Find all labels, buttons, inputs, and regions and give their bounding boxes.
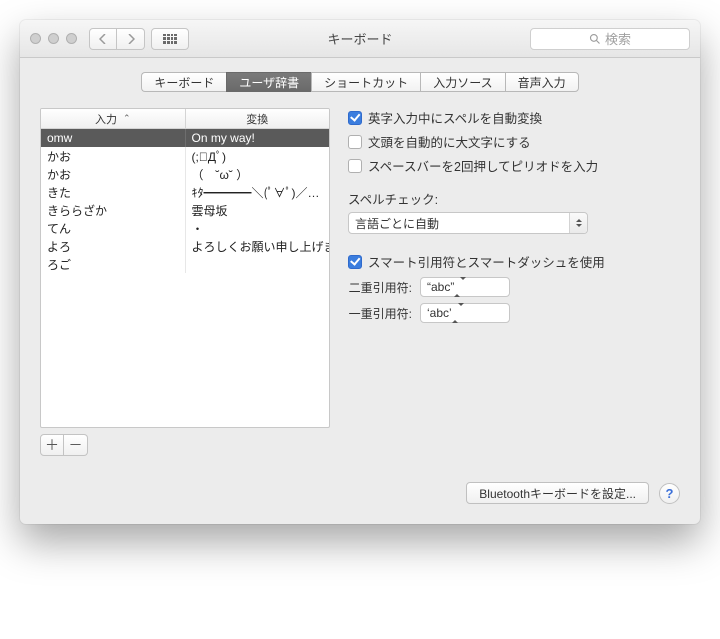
show-all-button[interactable] [151,28,189,50]
double-space-period-label: スペースバーを2回押してピリオドを入力 [368,156,598,175]
cell-input: きた [41,183,186,201]
cell-conversion: ｷﾀ━━━━＼(ﾟ∀ﾟ)／… [186,183,330,201]
cell-conversion: (;ﾟДﾟ) [186,147,330,165]
tab-bar: キーボードユーザ辞書ショートカット入力ソース音声入力 [40,72,680,92]
remove-button[interactable]: － [64,434,88,456]
tab-2[interactable]: ショートカット [311,72,420,92]
table-row[interactable]: きららざか雲母坂 [41,201,329,219]
cell-conversion: よろしくお願い申し上げま… [186,237,330,255]
zoom-icon[interactable] [66,33,77,44]
double-space-period-row[interactable]: スペースバーを2回押してピリオドを入力 [348,156,680,175]
cell-input: よろ [41,237,186,255]
cell-input: omw [41,129,186,147]
tab-1[interactable]: ユーザ辞書 [226,72,311,92]
search-field[interactable]: 検索 [530,28,690,50]
search-icon [589,33,601,45]
double-quote-select[interactable]: “abc” [420,277,510,297]
chevron-updown-icon [452,306,468,320]
titlebar: キーボード 検索 [20,20,700,58]
help-button[interactable]: ? [659,483,680,504]
smart-quotes-label: スマート引用符とスマートダッシュを使用 [368,252,605,271]
single-quote-label: 一重引用符: [348,305,412,322]
nav-back-forward [89,28,145,50]
bluetooth-keyboard-button[interactable]: Bluetoothキーボードを設定... [466,482,649,504]
cell-input: ろご [41,255,186,273]
checkbox-checked-icon[interactable] [348,255,362,269]
tab-0[interactable]: キーボード [141,72,226,92]
cell-input: かお [41,147,186,165]
cell-conversion: （ ˘ω˘ ） [186,165,330,183]
table-header: 入力 ⌃ 変換 [41,109,329,129]
traffic-lights [30,33,77,44]
cell-input: てん [41,219,186,237]
preferences-window: キーボード 検索 キーボードユーザ辞書ショートカット入力ソース音声入力 入力 ⌃ [20,20,700,524]
chevron-updown-icon [569,213,587,233]
table-row[interactable]: かお(;ﾟДﾟ) [41,147,329,165]
cell-input: かお [41,165,186,183]
cell-conversion: On my way! [186,129,330,147]
column-conversion[interactable]: 変換 [186,109,330,128]
search-placeholder: 検索 [605,29,631,48]
cell-input: きららざか [41,201,186,219]
chevron-updown-icon [454,280,470,294]
table-body: omwOn my way!かお(;ﾟДﾟ)かお（ ˘ω˘ ）きたｷﾀ━━━━＼(… [41,129,329,273]
checkbox-icon[interactable] [348,135,362,149]
back-button[interactable] [89,28,117,50]
forward-button[interactable] [117,28,145,50]
tab-3[interactable]: 入力ソース [420,72,504,92]
table-row[interactable]: ろご [41,255,329,273]
table-row[interactable]: きたｷﾀ━━━━＼(ﾟ∀ﾟ)／… [41,183,329,201]
auto-correct-label: 英字入力中にスペルを自動変換 [368,108,542,127]
user-dictionary-table: 入力 ⌃ 変換 omwOn my way!かお(;ﾟДﾟ)かお（ ˘ω˘ ）きた… [40,108,330,428]
add-remove-buttons: ＋ － [40,434,330,456]
smart-quotes-row[interactable]: スマート引用符とスマートダッシュを使用 [348,252,680,271]
spellcheck-select[interactable]: 言語ごとに自動 [348,212,588,234]
tab-4[interactable]: 音声入力 [505,72,579,92]
spellcheck-label: スペルチェック: [348,189,680,208]
double-quote-label: 二重引用符: [348,279,412,296]
close-icon[interactable] [30,33,41,44]
table-row[interactable]: かお（ ˘ω˘ ） [41,165,329,183]
auto-capitalize-label: 文頭を自動的に大文字にする [368,132,531,151]
minimize-icon[interactable] [48,33,59,44]
sort-caret-icon: ⌃ [123,113,131,124]
footer: Bluetoothキーボードを設定... ? [40,482,680,504]
checkbox-icon[interactable] [348,159,362,173]
checkbox-checked-icon[interactable] [348,111,362,125]
grid-icon [163,34,177,44]
cell-conversion [186,255,330,273]
cell-conversion: ・ [186,219,330,237]
add-button[interactable]: ＋ [40,434,64,456]
auto-correct-row[interactable]: 英字入力中にスペルを自動変換 [348,108,680,127]
table-row[interactable]: てん・ [41,219,329,237]
content-area: キーボードユーザ辞書ショートカット入力ソース音声入力 入力 ⌃ 変換 omwOn… [20,58,700,524]
table-row[interactable]: omwOn my way! [41,129,329,147]
cell-conversion: 雲母坂 [186,201,330,219]
column-input[interactable]: 入力 ⌃ [41,109,186,128]
table-row[interactable]: よろよろしくお願い申し上げま… [41,237,329,255]
auto-capitalize-row[interactable]: 文頭を自動的に大文字にする [348,132,680,151]
single-quote-select[interactable]: ‘abc’ [420,303,510,323]
